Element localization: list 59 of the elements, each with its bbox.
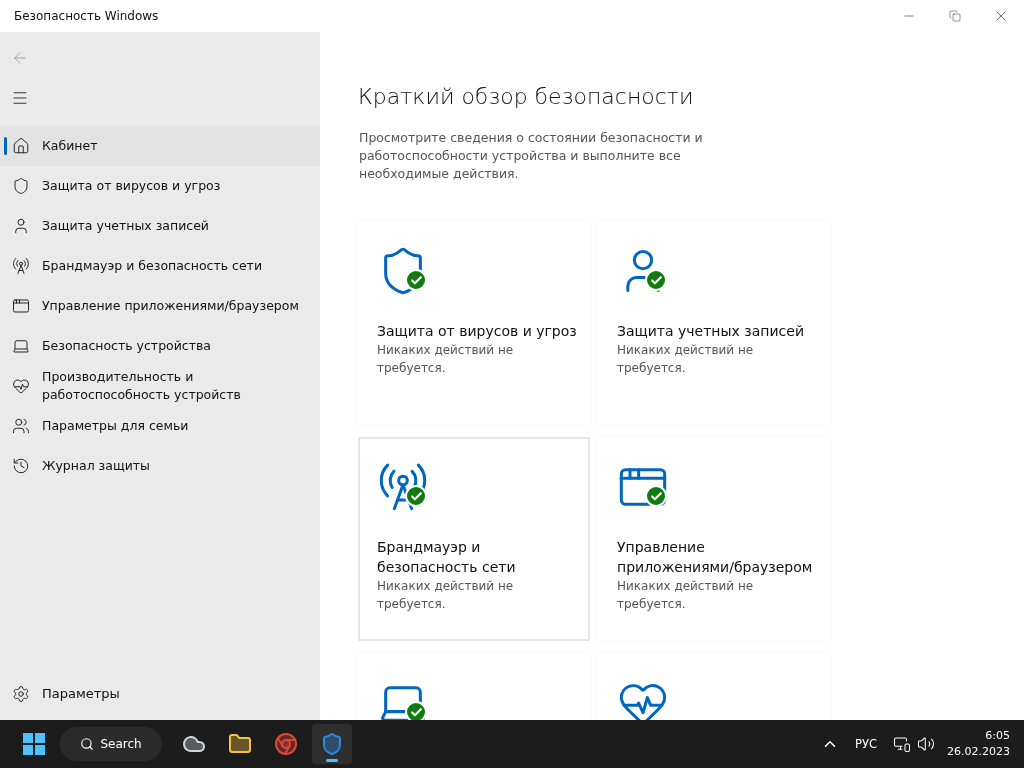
browser-icon	[274, 732, 298, 756]
history-icon	[12, 457, 30, 475]
sidebar-item[interactable]: Кабинет	[0, 126, 320, 166]
sidebar-label: Журнал защиты	[42, 457, 151, 475]
settings-item[interactable]: Параметры	[0, 674, 320, 714]
page-description: Просмотрите сведения о состоянии безопасности и работоспособности устройства и выполните все необходимые действия.	[359, 129, 704, 183]
sidebar-item[interactable]: Безопасность устройства	[0, 326, 320, 366]
clock-date[interactable]: 26.02.2023	[947, 744, 1010, 760]
sidebar-item[interactable]: Защита от вирусов и угроз	[0, 166, 320, 206]
card-status: Никаких действий не требуется.	[377, 342, 515, 377]
people-icon	[12, 417, 30, 435]
sidebar-item[interactable]: Журнал защиты	[0, 446, 320, 486]
sidebar-item[interactable]: Защита учетных записей	[0, 206, 320, 246]
sidebar-label: Защита учетных записей	[42, 217, 210, 235]
heart-pulse-icon	[12, 377, 30, 395]
network-icon[interactable]	[893, 735, 911, 753]
sidebar-item[interactable]: Производительность и работоспособность устройств	[0, 366, 320, 406]
sidebar-item[interactable]: Параметры для семьи	[0, 406, 320, 446]
card-status: Никаких действий не требуется.	[617, 578, 755, 613]
card-title: Брандмауэр и безопасность сети	[377, 538, 517, 577]
sidebar-label: Управление приложениями/браузером	[42, 297, 300, 315]
menu-icon	[11, 89, 29, 107]
status-card[interactable]: Брандмауэр и безопасность сети Никаких действий не требуется.	[358, 437, 590, 641]
home-icon	[12, 137, 30, 155]
language-indicator[interactable]: РУС	[845, 737, 887, 751]
status-card[interactable]: Защита учетных записей Никаких действий не требуется.	[598, 221, 830, 425]
status-card[interactable]: Защита от вирусов и угроз Никаких действий не требуется.	[358, 221, 590, 425]
page-title: Краткий обзор безопасности	[358, 84, 695, 109]
window-title: Безопасность Windows	[13, 9, 160, 23]
card-status: Никаких действий не требуется.	[617, 342, 755, 377]
shield-icon	[12, 177, 30, 195]
card-title: Защита от вирусов и угроз	[377, 322, 578, 341]
windows-logo-icon	[23, 733, 45, 755]
laptop-icon	[12, 337, 30, 355]
volume-icon[interactable]	[917, 735, 935, 753]
sidebar-label: Брандмауэр и безопасность сети	[42, 257, 264, 275]
search-icon	[80, 737, 95, 751]
sidebar-item[interactable]: Управление приложениями/браузером	[0, 286, 320, 326]
sidebar-label: Защита от вирусов и угроз	[42, 177, 222, 195]
settings-icon	[12, 685, 30, 703]
card-status: Никаких действий не требуется.	[377, 578, 515, 613]
sidebar-label: Параметры для семьи	[42, 417, 190, 435]
antenna-icon	[377, 461, 429, 513]
clock-time[interactable]: 6:05	[985, 728, 1010, 744]
status-card[interactable]: Управление приложениями/браузером Никаких действий не требуется.	[598, 437, 830, 641]
sidebar-label: Кабинет	[42, 137, 99, 155]
search-button[interactable]: Search	[60, 727, 162, 761]
sidebar-item[interactable]: Брандмауэр и безопасность сети	[0, 246, 320, 286]
sidebar-label: Производительность и работоспособность устройств	[42, 368, 242, 404]
shield-icon	[320, 732, 344, 756]
folder-icon	[228, 732, 252, 756]
card-title: Защита учетных записей	[617, 322, 805, 341]
person-icon	[12, 217, 30, 235]
antenna-icon	[12, 257, 30, 275]
restore-icon	[949, 10, 961, 22]
settings-label: Параметры	[42, 685, 120, 703]
sidebar-label: Безопасность устройства	[42, 337, 213, 355]
window-icon	[12, 297, 30, 315]
card-title: Управление приложениями/браузером	[617, 538, 814, 577]
